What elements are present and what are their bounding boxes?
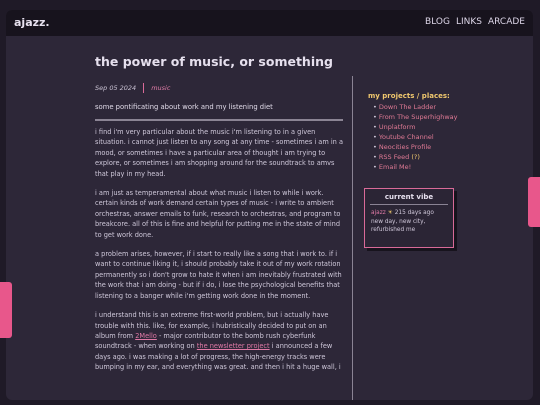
sidebar-item-down-the-ladder[interactable]: Down The Ladder [373, 102, 528, 112]
sidebar-projects: my projects / places: Down The Ladder Fr… [368, 92, 528, 172]
sidebar-divider [352, 76, 353, 400]
post-date: Sep 05 2024 [95, 84, 137, 92]
side-tab-right[interactable] [528, 177, 540, 227]
sidebar-item-rss-feed[interactable]: RSS Feed (?) [373, 152, 528, 162]
rss-label[interactable]: RSS Feed [379, 153, 409, 161]
rss-help-link[interactable]: (?) [411, 153, 420, 161]
project-list: Down The Ladder From The Superhighway Un… [368, 102, 528, 172]
post-paragraph: a problem arises, however, if i start to… [95, 250, 342, 300]
site-logo[interactable]: ajazz. [14, 16, 50, 29]
vibe-divider [370, 204, 448, 205]
sidebar-title: my projects / places: [368, 92, 450, 100]
top-navbar: ajazz. BLOG LINKS ARCADE [6, 10, 533, 36]
link-newsletter-project[interactable]: the newsletter project [197, 342, 270, 350]
vibe-author[interactable]: ajazz [371, 210, 386, 216]
page-frame: ajazz. BLOG LINKS ARCADE the power of mu… [6, 10, 533, 400]
vibe-status: ajazz ☀ 215 days ago new day, new city, … [371, 209, 447, 235]
post-title: the power of music, or something [95, 54, 333, 69]
sidebar-item-youtube-channel[interactable]: Youtube Channel [373, 132, 528, 142]
sidebar-item-unplatform[interactable]: Unplatform [373, 122, 528, 132]
sidebar-item-neocities-profile[interactable]: Neocities Profile [373, 142, 528, 152]
nav-links: BLOG LINKS ARCADE [425, 17, 525, 27]
meta-divider [143, 83, 145, 93]
nav-links[interactable]: LINKS [456, 17, 482, 27]
post-meta: Sep 05 2024 music [95, 83, 345, 93]
header-divider [95, 119, 343, 121]
sidebar-item-from-the-superhighway[interactable]: From The Superhighway [373, 112, 528, 122]
post-tag[interactable]: music [151, 84, 170, 92]
side-tab-left[interactable] [0, 282, 12, 338]
vibe-title: current vibe [384, 193, 434, 201]
post-paragraph: i find i'm very particular about the mus… [95, 128, 343, 178]
post-paragraph: i understand this is an extreme first-wo… [95, 310, 345, 372]
post-subtitle: some pontificating about work and my lis… [95, 103, 273, 111]
sidebar-item-email[interactable]: Email Me! [373, 162, 528, 172]
post-paragraph: i am just as temperamental about what mu… [95, 189, 341, 239]
nav-arcade[interactable]: ARCADE [488, 17, 525, 27]
link-2mello[interactable]: 2Mello [135, 332, 157, 340]
current-vibe-card: current vibe ajazz ☀ 215 days ago new da… [364, 188, 454, 248]
post-content: the power of music, or something Sep 05 … [95, 54, 345, 373]
nav-blog[interactable]: BLOG [425, 17, 450, 27]
